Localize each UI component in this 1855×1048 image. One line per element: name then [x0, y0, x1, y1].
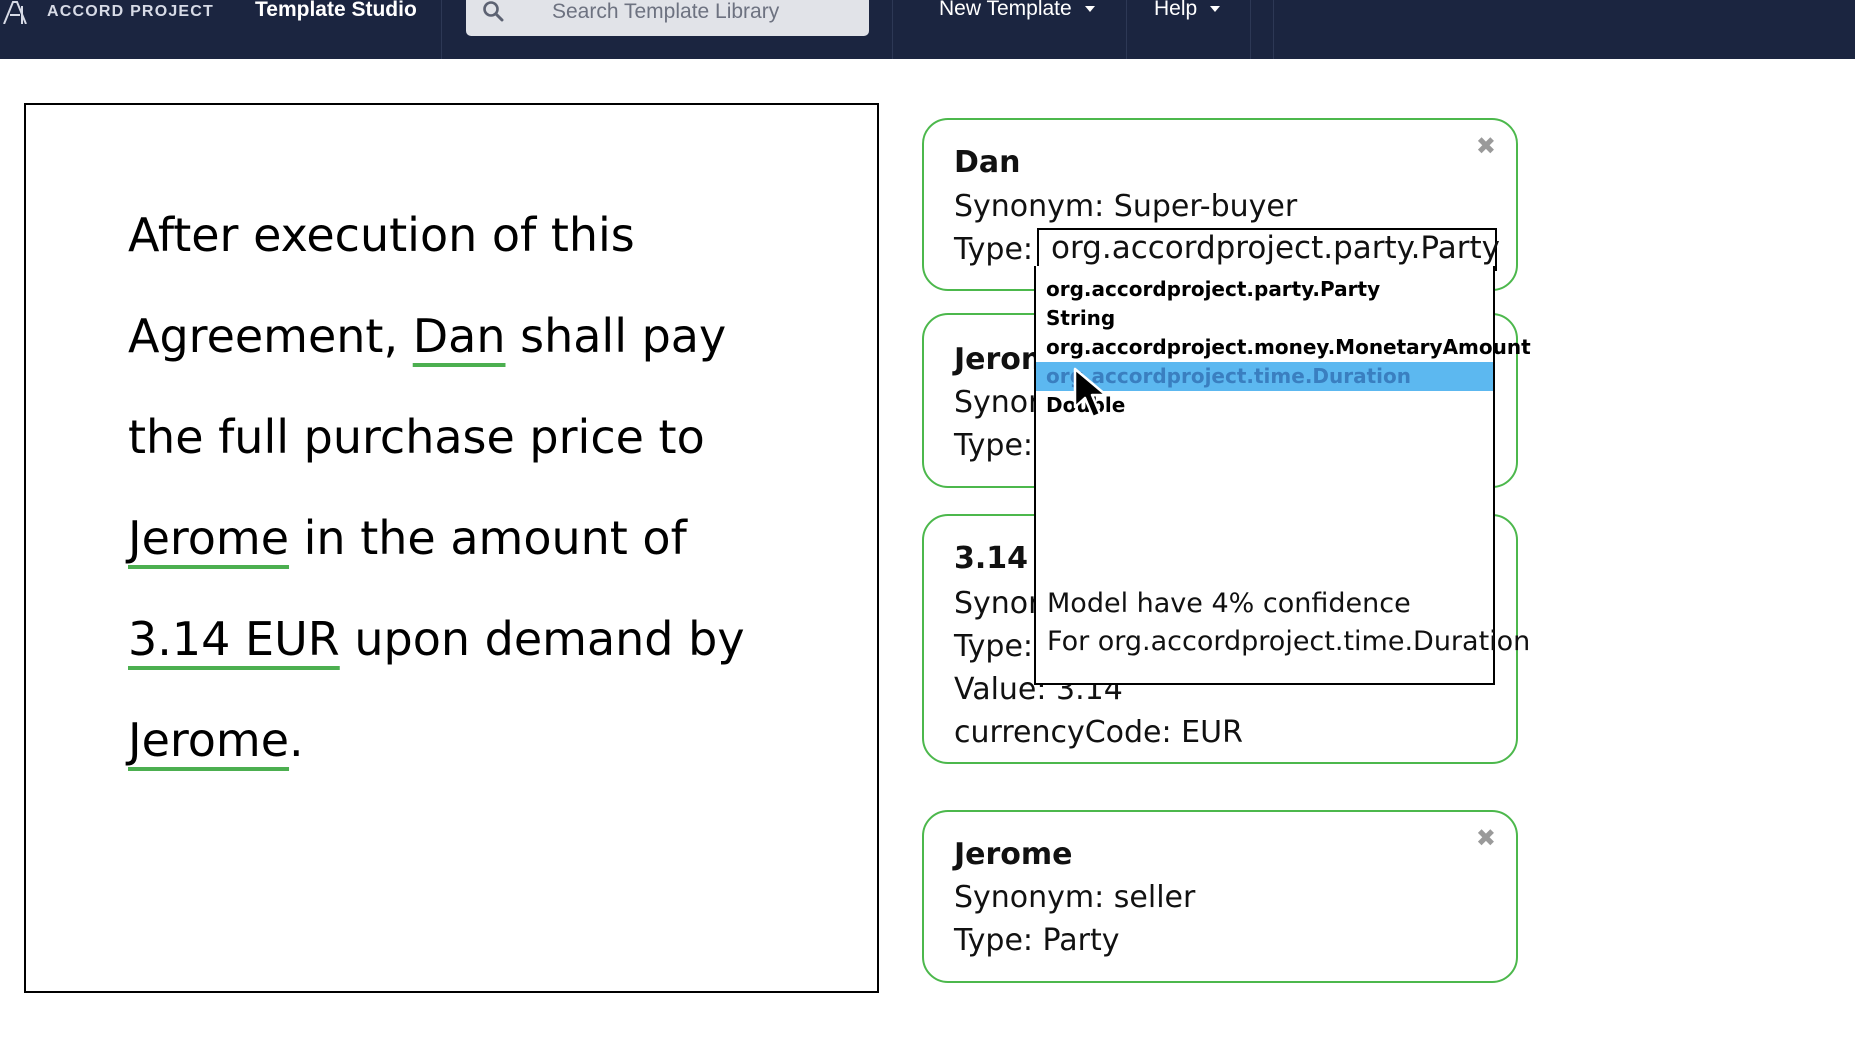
top-nav-bar: ACCORD PROJECT Template Studio New Templ… [0, 0, 1855, 59]
entity-amount[interactable]: 3.14 EUR [128, 612, 340, 666]
nav-divider [441, 0, 442, 59]
help-label: Help [1154, 0, 1198, 20]
text-segment: . [289, 713, 304, 767]
entity-name: Dan [954, 145, 1021, 180]
text-segment: shall pay [505, 309, 727, 363]
entity-type: Type: Party [954, 923, 1120, 958]
contract-line: Jerome. [128, 690, 848, 791]
text-segment: in the amount of [289, 511, 687, 565]
entity-jerome[interactable]: Jerome [128, 511, 289, 565]
nav-divider [892, 0, 893, 59]
brand[interactable]: ACCORD PROJECT [2, 0, 214, 24]
search-icon [482, 0, 504, 26]
entity-synonym: Synor [954, 385, 1041, 420]
accord-logo-icon [2, 0, 38, 24]
entity-synonym: Synor [954, 586, 1041, 621]
contract-line: Jerome in the amount of [128, 488, 848, 589]
text-segment: Agreement, [128, 309, 413, 363]
close-icon[interactable]: ✖ [1476, 134, 1496, 158]
entity-dan[interactable]: Dan [413, 309, 506, 363]
contract-line: 3.14 EUR upon demand by [128, 589, 848, 690]
nav-divider [1250, 0, 1251, 59]
app-title[interactable]: Template Studio [255, 0, 417, 22]
chevron-down-icon [1210, 6, 1221, 12]
new-template-label: New Template [939, 0, 1072, 20]
brand-name: ACCORD PROJECT [47, 3, 215, 20]
dropdown-option[interactable]: org.accordproject.money.MonetaryAmount [1036, 333, 1531, 362]
type-label: Type: [954, 428, 1034, 463]
nav-divider [1126, 0, 1127, 59]
contract-line: the full purchase price to [128, 410, 705, 464]
entity-synonym: Synonym: Super-buyer [954, 189, 1298, 224]
entity-synonym: Synonym: seller [954, 880, 1196, 915]
dropdown-option[interactable]: String [1036, 304, 1493, 333]
entity-currency: currencyCode: EUR [954, 715, 1243, 750]
text-segment: upon demand by [339, 612, 745, 666]
type-dropdown-list[interactable]: org.accordproject.party.Party String org… [1034, 266, 1531, 685]
dropdown-option[interactable]: org.accordproject.party.Party [1036, 275, 1493, 304]
chevron-down-icon [1084, 6, 1095, 12]
search-bar[interactable] [466, 0, 869, 36]
confidence-target-text: For org.accordproject.time.Duration [1047, 626, 1531, 657]
mouse-cursor-icon [1073, 367, 1115, 425]
search-input[interactable] [552, 0, 852, 26]
contract-text: After execution of this Agreement, Dan s… [128, 185, 848, 791]
contract-line: After execution of this [128, 208, 635, 262]
nav-divider [1273, 0, 1274, 59]
contract-text-panel: After execution of this Agreement, Dan s… [24, 103, 879, 993]
help-menu[interactable]: Help [1154, 0, 1221, 21]
entity-card-jerome-seller[interactable]: ✖ Jerome Synonym: seller Type: Party [922, 810, 1518, 983]
entity-name: Jerome [954, 837, 1073, 872]
confidence-text: Model have 4% confidence [1047, 588, 1411, 619]
new-template-menu[interactable]: New Template [939, 0, 1095, 21]
type-select[interactable]: org.accordproject.party.Party [1037, 228, 1500, 271]
type-label: Type: [954, 232, 1034, 267]
contract-line: Agreement, Dan shall pay [128, 286, 848, 387]
entity-jerome[interactable]: Jerome [128, 713, 289, 767]
type-label: Type: [954, 629, 1034, 664]
close-icon[interactable]: ✖ [1476, 826, 1496, 850]
